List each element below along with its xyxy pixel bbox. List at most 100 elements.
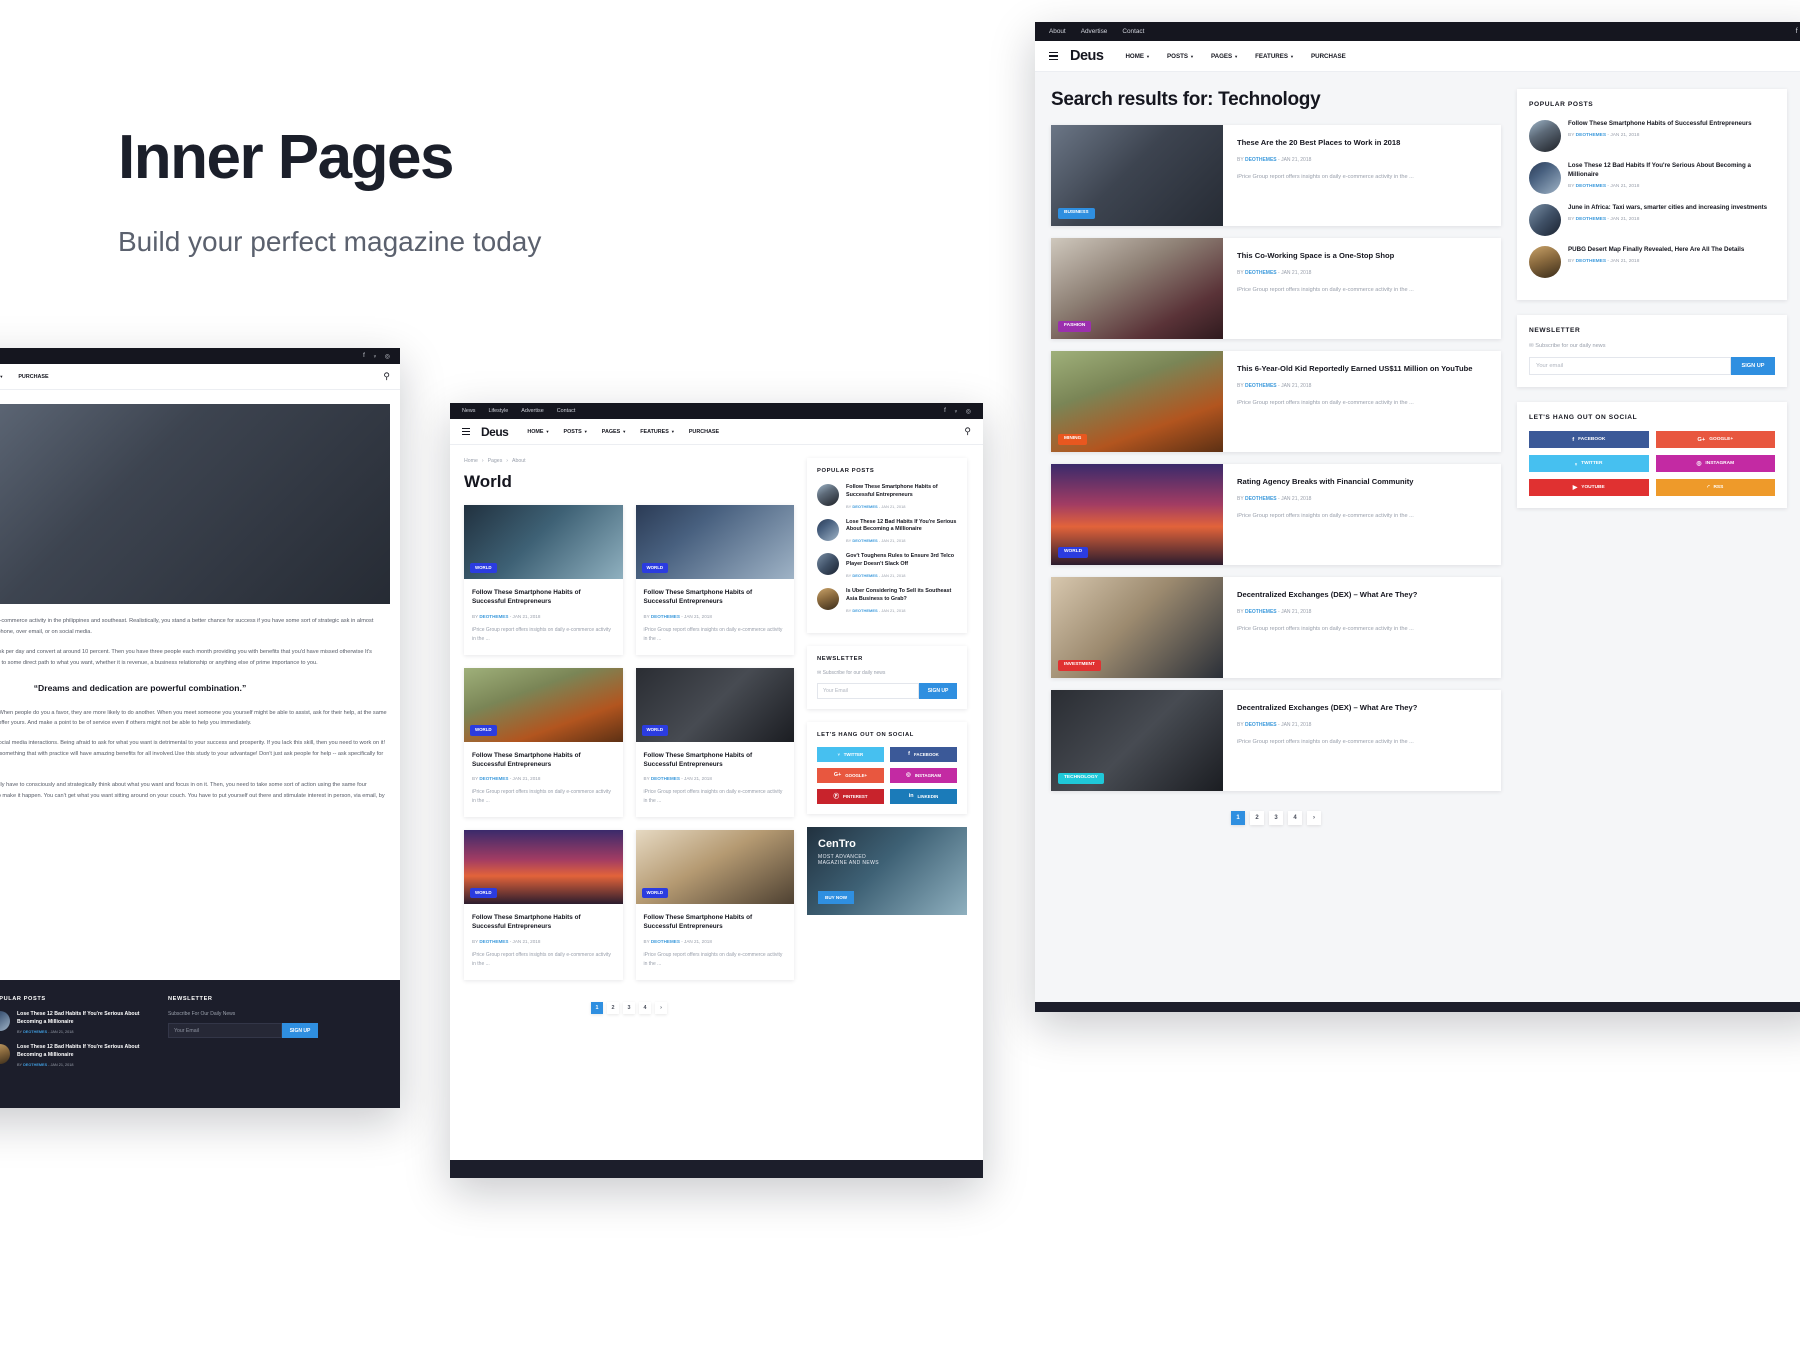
post-title[interactable]: Lose These 12 Bad Habits If You're Serio… [846, 519, 957, 535]
instagram-icon[interactable]: ◎ [966, 408, 971, 415]
center-ad-banner[interactable]: CenTro MOST ADVANCED MAGAZINE AND NEWS B… [807, 826, 967, 915]
list-item[interactable]: Lose These 12 Bad Habits If You're Serio… [0, 1044, 150, 1067]
category-badge[interactable]: INVESTMENT [1058, 660, 1101, 671]
list-item[interactable]: Is Uber Considering To Sell its Southeas… [817, 587, 957, 613]
category-badge[interactable]: WORLD [470, 562, 497, 573]
hamburger-icon[interactable] [462, 428, 470, 435]
twitter-icon[interactable]: ᵥ [374, 353, 376, 360]
post-title[interactable]: Follow These Smartphone Habits of Succes… [472, 751, 615, 770]
social-button-facebook[interactable]: f FACEBOOK [890, 746, 957, 762]
right-menu-pages[interactable]: PAGES ▼ [1211, 53, 1238, 60]
social-button-instagram[interactable]: ◎ INSTAGRAM [1655, 455, 1775, 472]
post-title[interactable]: Follow These Smartphone Habits of Succes… [1568, 120, 1775, 129]
pagination-page-4[interactable]: 4 [1288, 811, 1302, 825]
category-badge[interactable]: WORLD [470, 887, 497, 899]
breadcrumb-item-0[interactable]: Home [464, 458, 478, 464]
left-email-field[interactable]: Your Email [168, 1023, 282, 1038]
center-toplink-3[interactable]: Contact [557, 408, 576, 414]
pagination-next[interactable]: › [655, 1001, 667, 1014]
social-button-google-plus[interactable]: G+ GOOGLE+ [1655, 431, 1775, 448]
breadcrumb-item-2[interactable]: About [512, 458, 526, 464]
right-toplink-0[interactable]: About [1049, 28, 1066, 35]
list-item[interactable]: Follow These Smartphone Habits of Succes… [1529, 120, 1775, 152]
social-button-facebook[interactable]: f FACEBOOK [1529, 431, 1649, 448]
facebook-icon[interactable]: f [1796, 28, 1798, 35]
right-menu-home[interactable]: HOME ▼ [1125, 53, 1150, 60]
search-result-item[interactable]: INVESTMENT Decentralized Exchanges (DEX) … [1051, 577, 1501, 678]
search-result-item[interactable]: BUSINESS These Are the 20 Best Places to … [1051, 125, 1501, 226]
category-badge[interactable]: WORLD [1058, 547, 1089, 558]
center-brand[interactable]: Deus [481, 425, 509, 439]
post-title[interactable]: Follow These Smartphone Habits of Succes… [846, 484, 957, 500]
category-badge[interactable]: WORLD [641, 725, 669, 736]
post-title[interactable]: Lose These 12 Bad Habits If You're Serio… [17, 1044, 150, 1059]
right-email-field[interactable]: Your email [1529, 357, 1731, 375]
list-item[interactable]: June in Africa: Taxi wars, smarter citie… [1529, 204, 1775, 236]
post-title[interactable]: Follow These Smartphone Habits of Succes… [472, 588, 615, 607]
list-item[interactable]: Gov't Toughens Rules to Ensure 3rd Telco… [817, 553, 957, 578]
post-title[interactable]: Gov't Toughens Rules to Ensure 3rd Telco… [846, 553, 957, 569]
center-menu-posts[interactable]: POSTS ▼ [564, 429, 588, 435]
center-signup-button[interactable]: SIGN UP [919, 682, 957, 699]
post-title[interactable]: Follow These Smartphone Habits of Succes… [644, 913, 787, 932]
breadcrumb-item-1[interactable]: Pages [488, 458, 503, 464]
center-menu-purchase[interactable]: PURCHASE [689, 429, 719, 435]
facebook-icon[interactable]: f [944, 408, 946, 415]
center-menu-pages[interactable]: PAGES ▼ [602, 429, 626, 435]
center-email-field[interactable]: Your Email [817, 682, 919, 699]
list-item[interactable]: Lose These 12 Bad Habits If You're Serio… [0, 1011, 150, 1034]
post-title[interactable]: Is Uber Considering To Sell its Southeas… [846, 588, 957, 604]
list-item[interactable]: Lose These 12 Bad Habits If You're Serio… [1529, 162, 1775, 194]
post-title[interactable]: Follow These Smartphone Habits of Succes… [472, 913, 615, 932]
social-button-rss[interactable]: ◜ RSS [1655, 479, 1775, 496]
center-toplink-0[interactable]: News [462, 408, 475, 414]
social-button-youtube[interactable]: ▶ YOUTUBE [1529, 479, 1649, 496]
social-button-twitter[interactable]: ᵥ TWITTER [817, 746, 884, 762]
post-title[interactable]: Lose These 12 Bad Habits If You're Serio… [17, 1011, 150, 1026]
pagination-page-3[interactable]: 3 [623, 1001, 635, 1014]
post-card[interactable]: WORLD Follow These Smartphone Habits of S… [464, 505, 623, 655]
list-item[interactable]: Lose These 12 Bad Habits If You're Serio… [817, 518, 957, 543]
pagination-page-3[interactable]: 3 [1269, 811, 1283, 825]
category-badge[interactable]: TECHNOLOGY [1058, 773, 1104, 784]
left-menu-purchase[interactable]: PURCHASE [18, 374, 48, 380]
pagination-page-2[interactable]: 2 [1250, 811, 1264, 825]
right-brand[interactable]: Deus [1070, 48, 1104, 64]
post-card[interactable]: WORLD Follow These Smartphone Habits of S… [635, 667, 794, 818]
category-badge[interactable]: WORLD [470, 725, 497, 736]
post-title[interactable]: This 6-Year-Old Kid Reportedly Earned US… [1237, 364, 1487, 375]
search-result-item[interactable]: WORLD Rating Agency Breaks with Financial… [1051, 464, 1501, 565]
ad-cta-button[interactable]: BUY NOW [818, 890, 855, 904]
social-button-pinterest[interactable]: Ⓟ PINTEREST [817, 788, 884, 804]
social-button-instagram[interactable]: ◎ INSTAGRAM [890, 767, 957, 783]
pagination-page-2[interactable]: 2 [607, 1001, 619, 1014]
left-signup-button[interactable]: SIGN UP [282, 1023, 318, 1038]
post-card[interactable]: WORLD Follow These Smartphone Habits of S… [464, 667, 623, 818]
social-button-google-plus[interactable]: G+ GOOGLE+ [817, 767, 884, 783]
center-toplink-1[interactable]: Lifestyle [488, 408, 508, 414]
list-item[interactable]: Follow These Smartphone Habits of Succes… [817, 484, 957, 509]
post-title[interactable]: PUBG Desert Map Finally Revealed, Here A… [1568, 246, 1775, 255]
category-badge[interactable]: WORLD [641, 562, 669, 573]
right-menu-posts[interactable]: POSTS ▼ [1167, 53, 1194, 60]
left-navbar[interactable]: POSTS▼PAGES▼FEATURES▼PURCHASE ⚲ [0, 364, 400, 390]
post-title[interactable]: Decentralized Exchanges (DEX) – What Are… [1237, 703, 1487, 714]
center-menu-features[interactable]: FEATURES ▼ [640, 429, 675, 435]
facebook-icon[interactable]: f [363, 353, 365, 360]
list-item[interactable]: PUBG Desert Map Finally Revealed, Here A… [1529, 246, 1775, 278]
pagination-page-1[interactable]: 1 [1231, 811, 1245, 825]
search-result-item[interactable]: TECHNOLOGY Decentralized Exchanges (DEX) … [1051, 690, 1501, 791]
search-icon[interactable]: ⚲ [383, 371, 390, 382]
search-result-item[interactable]: FASHION This Co-Working Space is a One-St… [1051, 238, 1501, 339]
right-navbar[interactable]: Deus HOME ▼ POSTS ▼ PAGES ▼ FEATURES ▼ PURCHASE [1035, 41, 1800, 72]
post-card[interactable]: WORLD Follow These Smartphone Habits of S… [464, 830, 623, 980]
category-badge[interactable]: MINING [1058, 434, 1088, 445]
right-menu-purchase[interactable]: PURCHASE [1311, 53, 1346, 60]
left-menu-features[interactable]: FEATURES▼ [0, 374, 3, 380]
right-signup-button[interactable]: SIGN UP [1731, 357, 1775, 375]
center-toplink-2[interactable]: Advertise [521, 408, 543, 414]
category-badge[interactable]: WORLD [641, 887, 669, 899]
center-menu-home[interactable]: HOME ▼ [527, 429, 549, 435]
instagram-icon[interactable]: ◎ [385, 353, 390, 360]
center-navbar[interactable]: Deus HOME ▼ POSTS ▼ PAGES ▼ FEATURES ▼ PURCHASE … [450, 419, 983, 445]
